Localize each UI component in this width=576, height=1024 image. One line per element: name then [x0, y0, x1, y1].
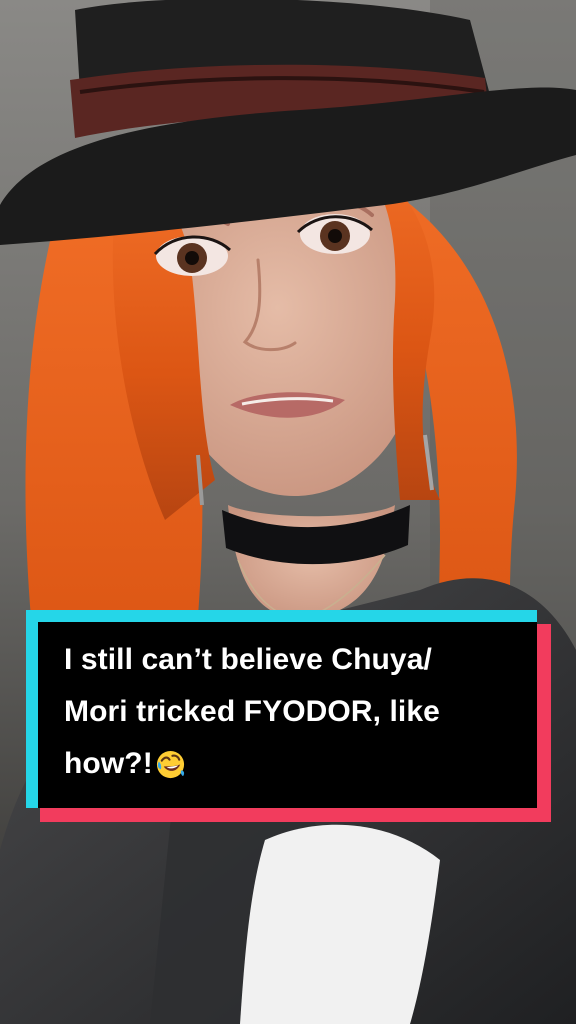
caption-line-3: how?!: [64, 747, 153, 780]
caption-line-2: Mori tricked FYODOR, like: [64, 695, 440, 728]
caption-line-1: I still can’t believe Chuya/: [64, 643, 432, 676]
video-frame: I still can’t believe Chuya/ Mori tricke…: [0, 0, 576, 1024]
caption-banner: I still can’t believe Chuya/ Mori tricke…: [26, 610, 551, 822]
caption-text: I still can’t believe Chuya/ Mori tricke…: [64, 634, 519, 790]
left-pupil: [185, 251, 199, 265]
cosplay-portrait: [0, 0, 576, 1024]
white-shirt: [240, 824, 440, 1024]
rolling-on-the-floor-laughing-icon: [156, 750, 184, 779]
right-pupil: [328, 229, 342, 243]
caption-box: I still can’t believe Chuya/ Mori tricke…: [38, 622, 537, 808]
